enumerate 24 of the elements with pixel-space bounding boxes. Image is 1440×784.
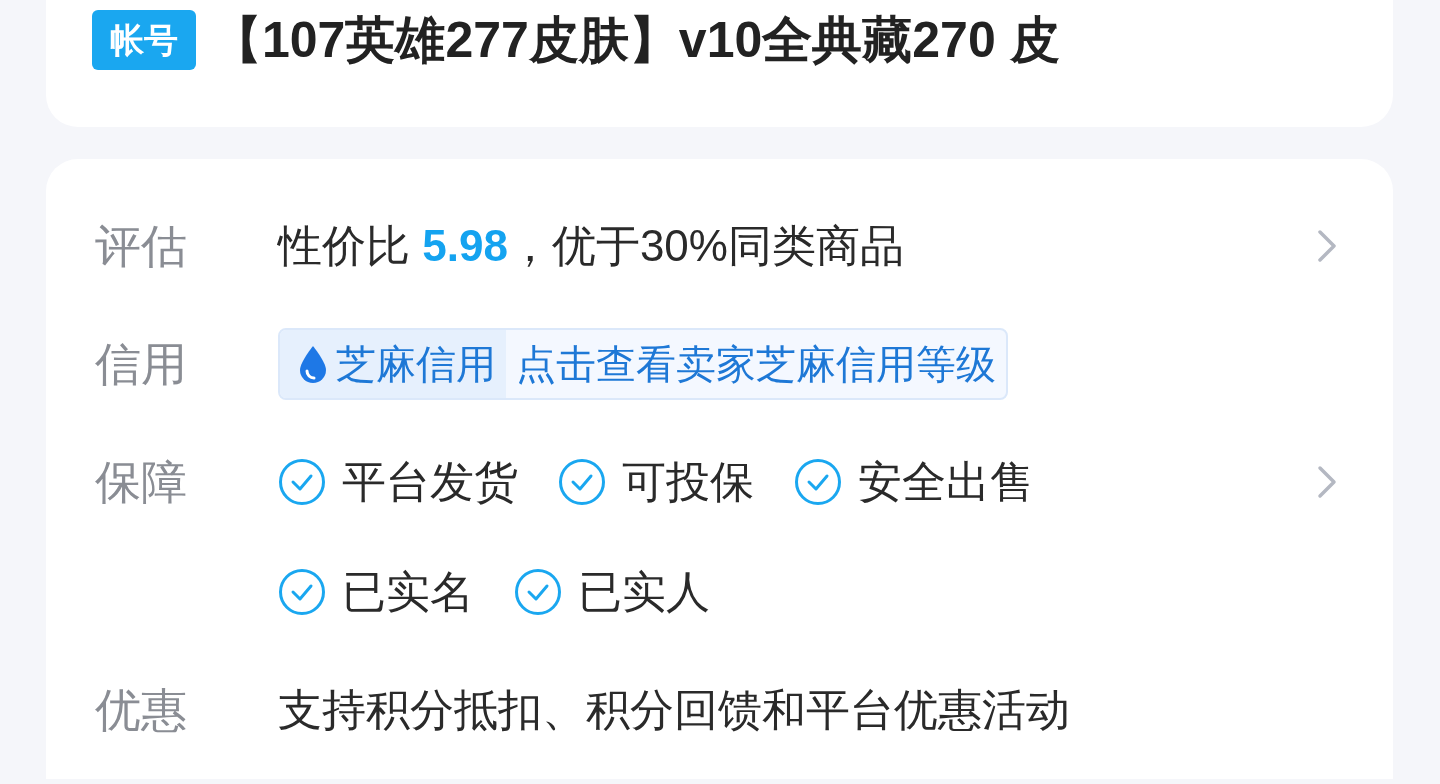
chevron-right-icon[interactable] (1317, 229, 1337, 263)
value-text: 支持积分抵扣、积分回馈和平台优惠活动 (278, 688, 1070, 732)
check-circle-icon (514, 568, 562, 616)
guarantee-label: 已实人 (578, 570, 710, 614)
drop-icon (298, 344, 328, 384)
listing-title: 【107英雄277皮肤】v10全典藏270 皮 (212, 11, 1060, 70)
account-tag: 帐号 (92, 10, 196, 70)
field-label: 保障 (95, 459, 187, 505)
guarantee-label: 安全出售 (858, 460, 1034, 504)
credit-brand: 芝麻信用 (336, 344, 496, 384)
guarantee-label: 平台发货 (342, 460, 518, 504)
guarantee-label: 可投保 (622, 460, 754, 504)
value-rating: 性价比 5.98，优于30%同类商品 (278, 224, 904, 268)
field-label: 评估 (95, 223, 187, 269)
credit-badge[interactable]: 芝麻信用 点击查看卖家芝麻信用等级 (278, 328, 1008, 400)
check-circle-icon (278, 458, 326, 506)
field-label: 信用 (95, 341, 187, 387)
chevron-right-icon[interactable] (1317, 465, 1337, 499)
check-circle-icon (278, 568, 326, 616)
credit-link[interactable]: 点击查看卖家芝麻信用等级 (506, 330, 1006, 398)
check-circle-icon (794, 458, 842, 506)
guarantee-label: 已实名 (342, 570, 474, 614)
check-circle-icon (558, 458, 606, 506)
field-label: 优惠 (95, 687, 187, 733)
